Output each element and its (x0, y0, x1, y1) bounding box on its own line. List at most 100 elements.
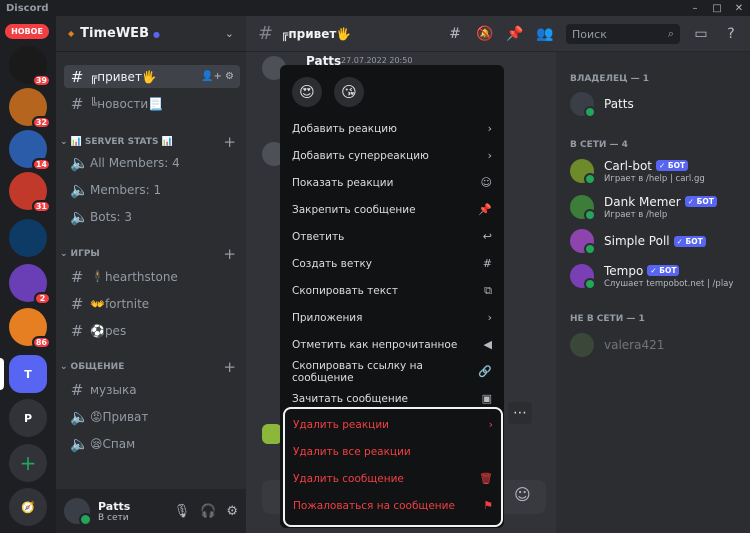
close-button[interactable]: ✕ (728, 0, 750, 16)
plus-icon[interactable]: + (223, 358, 236, 376)
add-server-button[interactable]: + (9, 444, 47, 482)
menu-label: Скопировать текст (292, 284, 398, 297)
quick-reactions: 😍 😘 (288, 73, 496, 115)
server-icon[interactable]: 86 (9, 308, 51, 349)
member-name: Dank Memer (604, 194, 681, 209)
channel-members[interactable]: 🔈 Members: 1 (64, 178, 240, 201)
menu-show-reactions[interactable]: Показать реакции ☺ (288, 169, 496, 196)
member-valera421[interactable]: valera421 (570, 328, 746, 362)
channel-label: Bots: 3 (90, 209, 133, 224)
member-simple-poll[interactable]: Simple Poll ✓ БОТ (570, 224, 746, 258)
new-badge: НОВОЕ (5, 24, 49, 39)
inbox-icon[interactable]: ▭ (692, 26, 710, 42)
menu-reply[interactable]: Ответить ↩ (288, 223, 496, 250)
menu-report-message[interactable]: Пожаловаться на сообщение ⚑ (289, 492, 497, 519)
minimize-button[interactable]: – (684, 0, 706, 16)
server-icon[interactable] (9, 219, 47, 257)
channel-fortnite[interactable]: # 👐fortnite (64, 292, 240, 315)
menu-delete-message[interactable]: Удалить сообщение 🗑 (289, 465, 497, 492)
bot-badge: ✓ БОТ (684, 196, 717, 207)
unread-badge: 32 (31, 116, 51, 129)
channel-all-members[interactable]: 🔈 All Members: 4 (64, 151, 240, 174)
search-placeholder: Поиск (572, 27, 607, 41)
menu-add-super-reaction[interactable]: Добавить суперреакцию › (288, 142, 496, 169)
category-games[interactable]: ⌄ ИГРЫ + (60, 245, 242, 263)
reaction-kiss[interactable]: 😘 (334, 77, 364, 107)
speaker-icon: 🔈 (70, 207, 89, 226)
plus-icon[interactable]: + (223, 133, 236, 151)
server-icon[interactable]: 31 (9, 172, 51, 213)
gear-icon[interactable]: ⚙ (226, 504, 238, 519)
chevron-right-icon: › (487, 311, 492, 324)
explore-button[interactable]: 🧭 (9, 488, 47, 526)
menu-create-thread[interactable]: Создать ветку # (288, 250, 496, 277)
member-carl-bot[interactable]: Carl-bot ✓ БОТ Играет в /help | carl.gg (570, 154, 746, 188)
members-icon[interactable]: 👥 (536, 26, 554, 42)
reaction-heart-eyes[interactable]: 😍 (292, 77, 322, 107)
threads-icon[interactable]: # (446, 26, 464, 42)
menu-label: Показать реакции (292, 176, 394, 189)
menu-pin-message[interactable]: Закрепить сообщение 📌 (288, 196, 496, 223)
message-context-menu: 😍 😘 Добавить реакцию › Добавить суперреак… (280, 65, 504, 528)
pin-icon[interactable]: 📌 (506, 26, 524, 42)
invite-icon[interactable]: 👤+ ⚙ (201, 71, 234, 82)
channel-music[interactable]: # музыка (64, 378, 240, 401)
menu-remove-all-reactions[interactable]: Удалить все реакции (289, 438, 497, 465)
server-icon[interactable]: 14 (9, 130, 51, 171)
microphone-icon[interactable]: 🎙 (174, 504, 191, 519)
member-owner[interactable]: Patts (570, 87, 746, 121)
member-tempo[interactable]: Tempo ✓ БОТ Слушает tempobot.net | /play (570, 259, 746, 293)
channel-privet[interactable]: # ╔привет🖐 👤+ ⚙ (64, 65, 240, 88)
hash-icon: # (70, 267, 84, 286)
member-list: ВЛАДЕЛЕЦ — 1 Patts В СЕТИ — 4 Carl-bot ✓ … (556, 52, 750, 533)
search-icon: ⌕ (667, 27, 674, 40)
link-icon: 🔗 (478, 365, 492, 378)
menu-label: Добавить суперреакцию (292, 149, 429, 162)
avatar[interactable] (262, 424, 282, 444)
menu-apps[interactable]: Приложения › (288, 304, 496, 331)
speaker-icon: 🔈 (70, 153, 89, 172)
menu-label: Удалить сообщение (293, 472, 404, 485)
plus-icon[interactable]: + (223, 245, 236, 263)
emoji-icon[interactable]: ☺ (514, 485, 531, 504)
channel-pes[interactable]: # ⚽pes (64, 319, 240, 342)
server-icon[interactable]: 32 (9, 88, 51, 129)
search-input[interactable]: Поиск ⌕ (566, 24, 680, 44)
category-chat[interactable]: ⌄ ОБЩЕНИЕ + (60, 358, 242, 376)
channel-novosti[interactable]: # ╚новости📃 (64, 92, 240, 115)
guild-header[interactable]: ◆ TimeWEB ● ⌄ (56, 16, 246, 52)
menu-add-reaction[interactable]: Добавить реакцию › (288, 115, 496, 142)
maximize-button[interactable]: □ (706, 0, 728, 16)
channel-label: ╚новости📃 (90, 96, 164, 111)
channel-spam[interactable]: 🔈 😪Спам (64, 432, 240, 455)
pin-icon: 📌 (478, 203, 492, 216)
avatar[interactable] (64, 498, 92, 526)
user-name: Patts (98, 499, 131, 513)
user-info[interactable]: Patts В сети (98, 500, 130, 523)
bot-badge: ✓ БОТ (656, 160, 689, 171)
headphones-icon[interactable]: 🎧 (200, 504, 216, 519)
menu-copy-text[interactable]: Скопировать текст ⧉ (288, 277, 496, 304)
unread-badge: 14 (31, 158, 51, 171)
channel-bots[interactable]: 🔈 Bots: 3 (64, 205, 240, 228)
unread-badge: 31 (31, 200, 51, 213)
server-icon[interactable]: 39 (9, 46, 51, 87)
category-server-stats[interactable]: ⌄ 📊 SERVER STATS 📊 + (60, 133, 242, 151)
unread-badge: 39 (31, 74, 51, 87)
channel-private[interactable]: 🔈 😡Приват (64, 405, 240, 428)
channel-label: 😪Спам (90, 436, 136, 451)
server-icon[interactable]: 2 (9, 264, 51, 305)
help-icon[interactable]: ? (722, 26, 740, 42)
menu-copy-link[interactable]: Скопировать ссылку на сообщение 🔗 (288, 358, 496, 385)
server-timeweb[interactable]: T (9, 355, 47, 393)
speaker-icon: 🔈 (70, 180, 89, 199)
bell-off-icon[interactable]: 🔕 (476, 26, 494, 42)
member-dank-memer[interactable]: Dank Memer ✓ БОТ Играет в /help (570, 190, 746, 224)
more-options-button[interactable]: ⋯ (508, 402, 532, 424)
menu-label: Удалить реакции (293, 418, 389, 431)
boost-dot-icon: ● (152, 30, 160, 39)
menu-mark-unread[interactable]: Отметить как непрочитанное ◀ (288, 331, 496, 358)
channel-hearthstone[interactable]: # 🕴hearthstone (64, 265, 240, 288)
menu-remove-reactions[interactable]: Удалить реакции › (289, 411, 497, 438)
server-p[interactable]: P (9, 399, 47, 437)
